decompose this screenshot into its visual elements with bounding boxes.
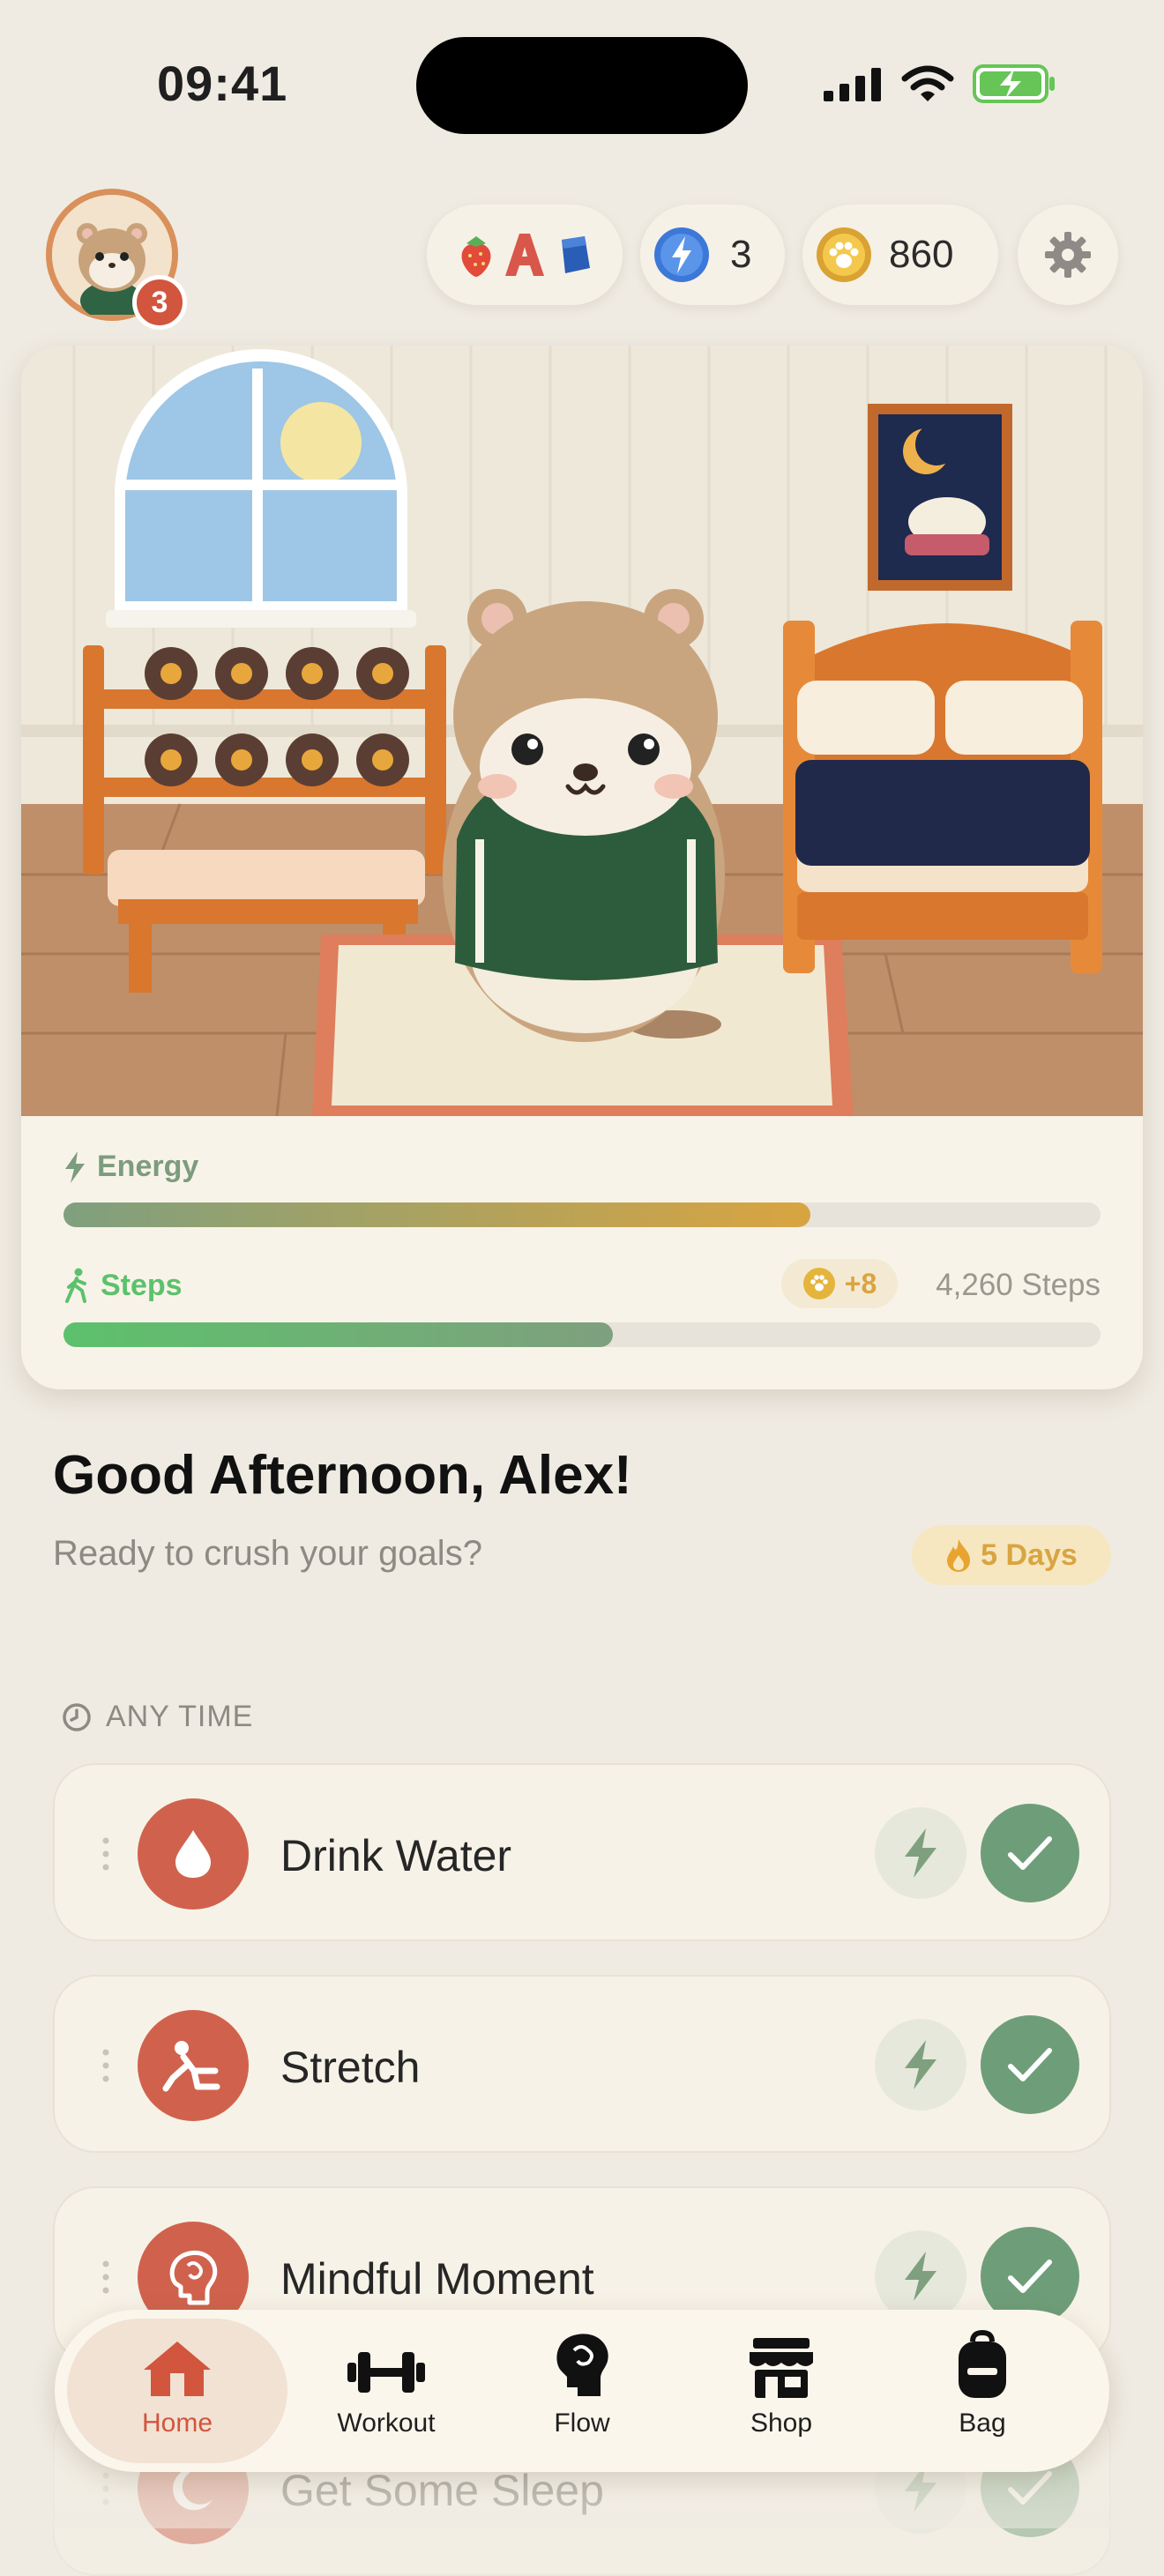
energy-label: Energy [63, 1150, 198, 1184]
clock-icon [63, 1702, 91, 1731]
dynamic-island [416, 37, 748, 134]
streak-text: 5 Days [981, 1537, 1078, 1572]
checkmark-icon [1008, 1836, 1052, 1870]
pet-room-card: Energy Steps +8 4,260 Steps [21, 346, 1143, 1389]
flame-icon [947, 1539, 971, 1572]
coin-count: 860 [889, 233, 954, 276]
walking-icon [65, 1268, 86, 1303]
section-label-text: ANY TIME [106, 1700, 254, 1733]
letters-pill[interactable] [427, 205, 623, 305]
home-icon [144, 2341, 211, 2396]
shop-icon [750, 2338, 813, 2398]
steps-label: Steps [63, 1268, 183, 1303]
blue-gem-icon [562, 236, 590, 273]
habit-card-drink-water[interactable]: Drink Water [53, 1763, 1111, 1941]
streak-badge[interactable]: 5 Days [912, 1525, 1111, 1585]
greeting-subtitle: Ready to crush your goals? [53, 1534, 482, 1573]
energy-label-text: Energy [97, 1150, 199, 1183]
habit-name: Get Some Sleep [280, 2466, 604, 2515]
bolt-count: 3 [730, 233, 752, 276]
tab-flow[interactable]: Flow [485, 2319, 679, 2463]
steps-count: 4,260 Steps [936, 1268, 1101, 1302]
tab-shop[interactable]: Shop [684, 2319, 878, 2463]
strawberry-icon [461, 236, 491, 277]
bolt-icon [905, 1828, 936, 1878]
energy-bolts-pill[interactable]: 3 [640, 205, 785, 305]
greeting-title: Good Afternoon, Alex! [53, 1445, 632, 1506]
habit-icon [138, 2010, 249, 2121]
backpack-icon [959, 2329, 1006, 2398]
bolt-icon [905, 2040, 936, 2089]
tab-home[interactable]: Home [67, 2319, 287, 2463]
status-time: 09:41 [157, 56, 288, 111]
checkmark-icon [1008, 2471, 1052, 2505]
steps-label-text: Steps [101, 1268, 183, 1302]
paw-coin-icon [802, 1268, 835, 1299]
tab-workout[interactable]: Workout [289, 2319, 483, 2463]
tab-bag[interactable]: Bag [885, 2319, 1079, 2463]
letter-block-icon [505, 234, 544, 276]
habit-name: Mindful Moment [280, 2254, 594, 2304]
energy-bar [63, 1202, 1101, 1227]
checkmark-icon [1008, 2260, 1052, 2293]
steps-bonus-value: +8 [844, 1267, 877, 1299]
blue-bolt-icon [654, 227, 709, 282]
energy-bar-fill [63, 1202, 810, 1227]
checkmark-icon [1008, 2048, 1052, 2081]
bolt-icon [905, 2252, 936, 2301]
section-label-any-time: ANY TIME [62, 1700, 253, 1734]
wifi-icon [901, 65, 954, 101]
battery-icon [973, 64, 1055, 103]
brain-icon [169, 2250, 218, 2305]
signal-icon [824, 68, 881, 101]
habit-name: Drink Water [280, 1831, 512, 1880]
drag-handle-icon[interactable] [102, 2470, 109, 2507]
habit-complete-button[interactable] [981, 1804, 1079, 1902]
habit-boost-button[interactable] [875, 2230, 966, 2322]
steps-bar-fill [63, 1322, 614, 1347]
brain-head-icon [556, 2334, 608, 2396]
tab-label: Workout [337, 2408, 436, 2438]
bottom-tab-bar: Home Workout Flow Shop Bag [55, 2310, 1109, 2472]
settings-button[interactable] [1018, 205, 1118, 305]
energy-bolt-icon [65, 1150, 85, 1183]
steps-bar [63, 1322, 1101, 1347]
stretch-icon [162, 2041, 220, 2092]
habit-complete-button[interactable] [981, 2015, 1079, 2114]
status-icons [822, 63, 1056, 104]
gear-icon [1045, 232, 1091, 278]
steps-bonus-badge: +8 [781, 1259, 898, 1308]
habit-name: Stretch [280, 2043, 421, 2092]
dumbbell-icon [347, 2352, 425, 2393]
drag-handle-icon[interactable] [102, 2259, 109, 2296]
avatar-notification-badge: 3 [132, 275, 187, 330]
tab-label: Flow [554, 2408, 610, 2438]
habit-boost-button[interactable] [875, 1807, 966, 1899]
tab-label: Home [141, 2408, 213, 2438]
habit-icon [138, 1798, 249, 1910]
tab-label: Shop [750, 2408, 813, 2438]
habit-card-stretch[interactable]: Stretch [53, 1975, 1111, 2153]
coins-pill[interactable]: 860 [802, 205, 998, 305]
pet-room-scene[interactable] [21, 346, 1143, 1116]
drag-handle-icon[interactable] [102, 2047, 109, 2084]
drag-handle-icon[interactable] [102, 1835, 109, 1872]
water-drop-icon [175, 1830, 211, 1878]
tab-label: Bag [959, 2408, 1006, 2438]
paw-coin-icon [817, 227, 871, 282]
habit-boost-button[interactable] [875, 2019, 966, 2111]
